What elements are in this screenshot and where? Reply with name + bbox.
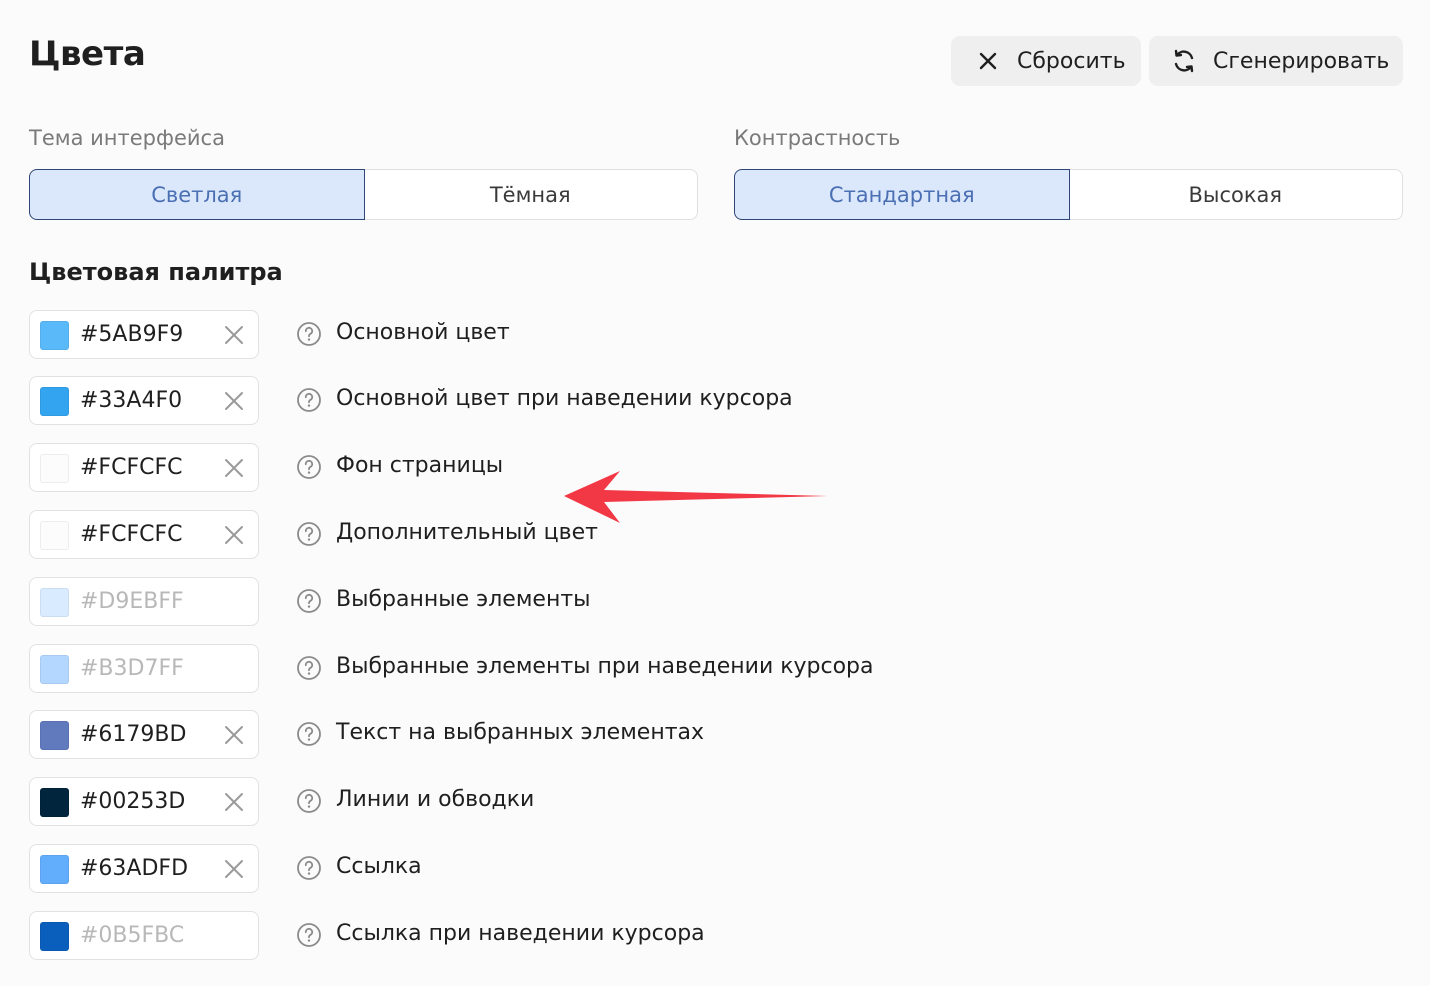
palette-row: #6179BD Текст на выбранных элементах: [29, 710, 929, 759]
color-role-label: Выбранные элементы при наведении курсора: [336, 654, 874, 679]
color-hex-value: #33A4F0: [80, 388, 183, 413]
contrast-option-high[interactable]: Высокая: [1069, 170, 1403, 219]
color-input[interactable]: #B3D7FF: [29, 644, 259, 693]
color-hex-value: #5AB9F9: [80, 322, 184, 347]
color-swatch[interactable]: [40, 655, 69, 684]
color-role-label: Выбранные элементы: [336, 587, 591, 612]
contrast-segmented-control: Стандартная Высокая: [734, 169, 1403, 220]
color-swatch[interactable]: [40, 588, 69, 617]
contrast-option-standard[interactable]: Стандартная: [734, 169, 1070, 220]
color-swatch[interactable]: [40, 855, 69, 884]
color-role-label: Дополнительный цвет: [336, 520, 598, 545]
help-icon[interactable]: [296, 721, 322, 747]
color-swatch[interactable]: [40, 321, 69, 350]
color-input[interactable]: #5AB9F9: [29, 310, 259, 359]
help-icon[interactable]: [296, 387, 322, 413]
color-hex-value: #0B5FBC: [80, 923, 185, 948]
clear-icon[interactable]: [223, 324, 245, 346]
palette-row: #33A4F0 Основной цвет при наведении курс…: [29, 376, 929, 425]
color-swatch[interactable]: [40, 721, 69, 750]
help-icon[interactable]: [296, 788, 322, 814]
palette-row: #0B5FBC Ссылка при наведении курсора: [29, 911, 929, 960]
color-input[interactable]: #FCFCFC: [29, 443, 259, 492]
color-swatch[interactable]: [40, 521, 69, 550]
color-role-label: Текст на выбранных элементах: [336, 720, 705, 745]
theme-option-dark[interactable]: Тёмная: [364, 170, 698, 219]
help-icon[interactable]: [296, 321, 322, 347]
contrast-label: Контрастность: [734, 126, 901, 150]
color-input[interactable]: #63ADFD: [29, 844, 259, 893]
color-hex-value: #63ADFD: [80, 856, 189, 881]
refresh-icon: [1171, 48, 1197, 74]
help-icon[interactable]: [296, 588, 322, 614]
palette-row: #D9EBFF Выбранные элементы: [29, 577, 929, 626]
color-hex-value: #D9EBFF: [80, 589, 184, 614]
color-input[interactable]: #6179BD: [29, 710, 259, 759]
color-input[interactable]: #FCFCFC: [29, 510, 259, 559]
color-role-label: Ссылка: [336, 854, 422, 879]
help-icon[interactable]: [296, 855, 322, 881]
color-role-label: Фон страницы: [336, 453, 504, 478]
color-role-label: Линии и обводки: [336, 787, 535, 812]
palette-row: #63ADFD Ссылка: [29, 844, 929, 893]
theme-option-light[interactable]: Светлая: [29, 169, 365, 220]
palette-row: #00253D Линии и обводки: [29, 777, 929, 826]
generate-button-label: Сгенерировать: [1213, 48, 1390, 74]
help-icon[interactable]: [296, 454, 322, 480]
palette-title: Цветовая палитра: [29, 258, 283, 286]
color-swatch[interactable]: [40, 922, 69, 951]
palette-row: #5AB9F9 Основной цвет: [29, 310, 929, 359]
color-role-label: Основной цвет: [336, 320, 510, 345]
generate-button[interactable]: Сгенерировать: [1149, 36, 1403, 86]
color-input[interactable]: #D9EBFF: [29, 577, 259, 626]
clear-icon[interactable]: [223, 524, 245, 546]
clear-icon[interactable]: [223, 390, 245, 412]
help-icon[interactable]: [296, 655, 322, 681]
color-hex-value: #6179BD: [80, 722, 187, 747]
palette-row: #B3D7FF Выбранные элементы при наведении…: [29, 644, 929, 693]
help-icon[interactable]: [296, 521, 322, 547]
annotation-arrow: [564, 471, 828, 523]
reset-button-label: Сбросить: [1017, 48, 1126, 74]
clear-icon[interactable]: [223, 457, 245, 479]
clear-icon[interactable]: [223, 858, 245, 880]
color-swatch[interactable]: [40, 387, 69, 416]
theme-segmented-control: Светлая Тёмная: [29, 169, 698, 220]
theme-label: Тема интерфейса: [29, 126, 225, 150]
color-swatch[interactable]: [40, 454, 69, 483]
color-input[interactable]: #00253D: [29, 777, 259, 826]
color-input[interactable]: #33A4F0: [29, 376, 259, 425]
page-title: Цвета: [29, 34, 146, 74]
color-hex-value: #FCFCFC: [80, 522, 183, 547]
reset-button[interactable]: Сбросить: [951, 36, 1141, 86]
clear-icon[interactable]: [223, 724, 245, 746]
color-hex-value: #00253D: [80, 789, 186, 814]
clear-icon[interactable]: [223, 791, 245, 813]
help-icon[interactable]: [296, 922, 322, 948]
color-hex-value: #FCFCFC: [80, 455, 183, 480]
color-swatch[interactable]: [40, 788, 69, 817]
color-role-label: Ссылка при наведении курсора: [336, 921, 705, 946]
close-icon: [975, 48, 1001, 74]
color-hex-value: #B3D7FF: [80, 656, 184, 681]
color-role-label: Основной цвет при наведении курсора: [336, 386, 793, 411]
color-input[interactable]: #0B5FBC: [29, 911, 259, 960]
